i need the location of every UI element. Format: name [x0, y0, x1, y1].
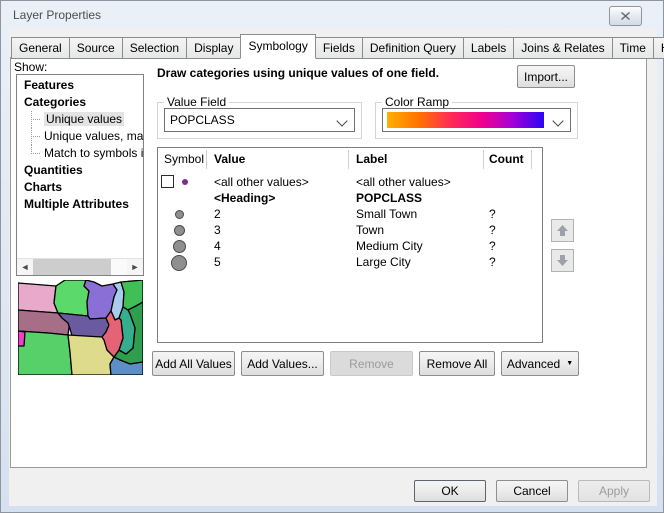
- symbol-dot-icon[interactable]: [174, 225, 185, 236]
- tab-strip: General Source Selection Display Symbolo…: [11, 34, 664, 59]
- unique-values-table: Symbol Value Label Count <all other valu…: [157, 147, 543, 343]
- column-value: Value: [214, 152, 245, 166]
- column-symbol: Symbol: [164, 152, 204, 166]
- cancel-button[interactable]: Cancel: [496, 480, 568, 502]
- tab-html-popup[interactable]: HTML Popup: [653, 37, 664, 59]
- all-other-values-checkbox[interactable]: [161, 175, 174, 188]
- scroll-left-icon[interactable]: ◄: [17, 259, 33, 275]
- symbol-dot-icon[interactable]: [171, 255, 187, 271]
- tab-source[interactable]: Source: [69, 37, 123, 59]
- value-field-label: Value Field: [164, 95, 229, 109]
- tab-display[interactable]: Display: [186, 37, 241, 59]
- draw-categories-heading: Draw categories using unique values of o…: [157, 66, 439, 80]
- tree-item-multiple-attributes[interactable]: Multiple Attributes: [17, 196, 143, 213]
- close-icon: [621, 12, 630, 20]
- value-field-groupbox: Value Field POPCLASS: [157, 102, 362, 139]
- add-all-values-button[interactable]: Add All Values: [152, 351, 235, 376]
- tab-fields[interactable]: Fields: [315, 37, 363, 59]
- table-row[interactable]: <all other values> <all other values>: [158, 174, 542, 190]
- tree-item-categories[interactable]: Categories: [17, 94, 143, 111]
- color-ramp-groupbox: Color Ramp: [375, 102, 578, 139]
- apply-button[interactable]: Apply: [578, 480, 650, 502]
- color-ramp-label: Color Ramp: [382, 95, 452, 109]
- table-header: Symbol Value Label Count: [158, 148, 542, 170]
- dialog-client-area: General Source Selection Display Symbolo…: [9, 28, 657, 506]
- window-title: Layer Properties: [13, 8, 101, 22]
- table-row[interactable]: 4 Medium City ?: [158, 238, 542, 254]
- remove-button[interactable]: Remove: [330, 351, 413, 376]
- move-up-button[interactable]: [551, 219, 574, 242]
- tree-item-charts[interactable]: Charts: [17, 179, 143, 196]
- chevron-down-icon: [552, 115, 563, 126]
- value-field-value: POPCLASS: [165, 113, 235, 127]
- table-row[interactable]: 3 Town ?: [158, 222, 542, 238]
- tree-item-unique-values[interactable]: Unique values: [17, 111, 143, 128]
- tab-definition-query[interactable]: Definition Query: [362, 37, 464, 59]
- chevron-down-icon: [336, 115, 347, 126]
- caret-down-icon: ▼: [566, 360, 573, 367]
- color-ramp-gradient: [387, 112, 544, 128]
- tree-item-quantities[interactable]: Quantities: [17, 162, 143, 179]
- table-row[interactable]: <Heading> POPCLASS: [158, 190, 542, 206]
- table-row[interactable]: 5 Large City ?: [158, 254, 542, 270]
- advanced-button[interactable]: Advanced ▼: [501, 351, 579, 376]
- tab-general[interactable]: General: [11, 37, 70, 59]
- arrow-up-icon: [556, 224, 569, 237]
- show-label: Show:: [14, 60, 47, 74]
- titlebar: Layer Properties: [1, 1, 663, 28]
- tab-time[interactable]: Time: [612, 37, 654, 59]
- show-tree: Features Categories Unique values Unique…: [16, 74, 144, 276]
- ok-button[interactable]: OK: [414, 480, 486, 502]
- tab-labels[interactable]: Labels: [463, 37, 514, 59]
- symbology-map-preview: [18, 280, 143, 375]
- tab-selection[interactable]: Selection: [122, 37, 187, 59]
- arrow-down-icon: [556, 254, 569, 267]
- close-button[interactable]: [609, 6, 642, 26]
- scroll-right-icon[interactable]: ►: [127, 259, 143, 275]
- tree-horizontal-scrollbar[interactable]: ◄ ►: [17, 258, 143, 275]
- remove-all-button[interactable]: Remove All: [419, 351, 495, 376]
- symbology-tab-page: Show: Features Categories Unique values …: [10, 57, 647, 468]
- scrollbar-thumb[interactable]: [33, 259, 111, 275]
- move-down-button[interactable]: [551, 249, 574, 272]
- tree-item-features[interactable]: Features: [17, 77, 143, 94]
- column-label: Label: [356, 152, 387, 166]
- symbol-dot-icon[interactable]: [175, 210, 184, 219]
- add-values-button[interactable]: Add Values...: [241, 351, 324, 376]
- dialog-footer: OK Cancel Apply: [414, 480, 650, 502]
- table-row[interactable]: 2 Small Town ?: [158, 206, 542, 222]
- tree-item-match-to-symbols[interactable]: Match to symbols in a: [17, 145, 143, 162]
- color-ramp-dropdown[interactable]: [382, 108, 571, 132]
- symbol-dot-icon[interactable]: [173, 240, 186, 253]
- layer-properties-dialog: Layer Properties General Source Selectio…: [0, 0, 664, 513]
- all-other-values-symbol-icon[interactable]: [182, 179, 188, 185]
- tab-symbology[interactable]: Symbology: [240, 34, 315, 59]
- import-button[interactable]: Import...: [517, 65, 575, 88]
- column-count: Count: [489, 152, 524, 166]
- tree-item-unique-values-many[interactable]: Unique values, many: [17, 128, 143, 145]
- tab-joins-relates[interactable]: Joins & Relates: [513, 37, 612, 59]
- value-actions: Add All Values Add Values... Remove Remo…: [152, 351, 579, 376]
- value-field-dropdown[interactable]: POPCLASS: [164, 108, 355, 132]
